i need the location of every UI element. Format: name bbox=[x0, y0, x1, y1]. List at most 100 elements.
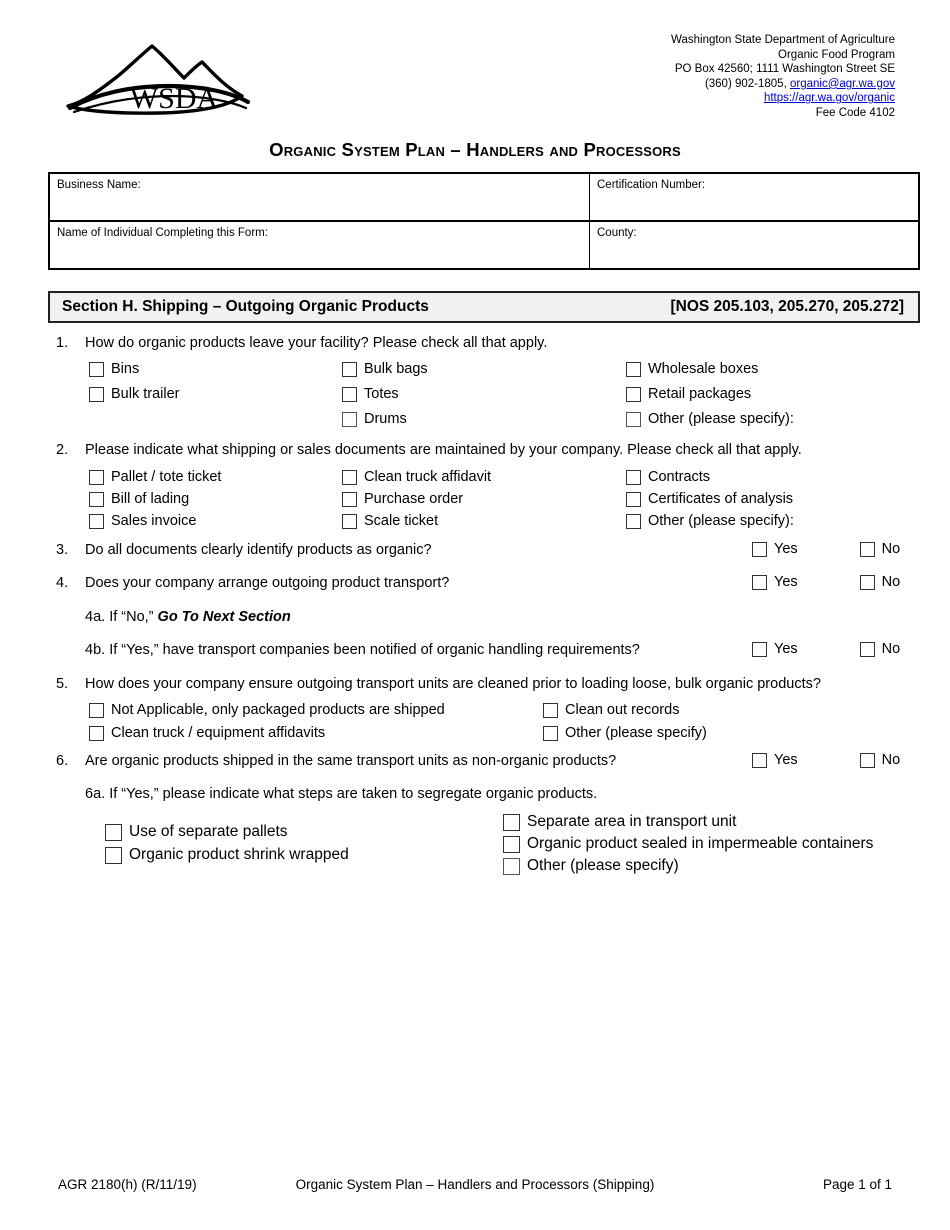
checkbox-option-scale-ticket[interactable]: Scale ticket bbox=[342, 513, 438, 530]
checkbox-icon[interactable] bbox=[342, 362, 357, 377]
business-name-field[interactable]: Business Name: bbox=[50, 174, 590, 220]
checkbox-option-clean-truck-equipment-affidavits[interactable]: Clean truck / equipment affidavits bbox=[89, 725, 325, 742]
agency-website-link[interactable]: https://agr.wa.gov/organic bbox=[764, 92, 895, 104]
checkbox-option-totes[interactable]: Totes bbox=[342, 386, 399, 403]
checkbox-icon[interactable] bbox=[342, 470, 357, 485]
checkbox-option-clean-out-records[interactable]: Clean out records bbox=[543, 702, 679, 719]
question-4b-text: If “Yes,” have transport companies been … bbox=[109, 642, 640, 658]
option-label: Bulk trailer bbox=[111, 386, 180, 402]
checkbox-icon-no[interactable] bbox=[859, 541, 875, 557]
checkbox-icon[interactable] bbox=[503, 835, 520, 853]
checkbox-icon[interactable] bbox=[626, 362, 641, 377]
checkbox-option-separate-area-in-transport-unit[interactable]: Separate area in transport unit bbox=[503, 813, 736, 831]
checkbox-option-organic-product-sealed[interactable]: Organic product sealed in impermeable co… bbox=[503, 835, 873, 853]
yes-label: Yes bbox=[774, 641, 798, 657]
individual-name-field[interactable]: Name of Individual Completing this Form: bbox=[50, 222, 590, 268]
checkbox-icon[interactable] bbox=[626, 412, 641, 427]
checkbox-option-other-q5[interactable]: Other (please specify) bbox=[543, 725, 707, 742]
page-header: WSDA Washington State Department of Agri… bbox=[0, 0, 950, 128]
checkbox-option-sales-invoice[interactable]: Sales invoice bbox=[89, 513, 196, 530]
checkbox-option-bulk-bags[interactable]: Bulk bags bbox=[342, 361, 428, 378]
question-3-yes-no[interactable]: Yes No bbox=[752, 541, 900, 557]
checkbox-option-bulk-trailer[interactable]: Bulk trailer bbox=[89, 386, 180, 403]
certification-number-field[interactable]: Certification Number: bbox=[590, 174, 918, 220]
business-name-label: Business Name: bbox=[57, 179, 141, 191]
table-row: Name of Individual Completing this Form:… bbox=[50, 222, 918, 268]
footer-title: Organic System Plan – Handlers and Proce… bbox=[295, 1177, 655, 1192]
checkbox-icon-yes[interactable] bbox=[752, 752, 767, 768]
checkbox-icon[interactable] bbox=[105, 846, 122, 864]
checkbox-option-other-q2[interactable]: Other (please specify): bbox=[626, 513, 794, 530]
option-label: Totes bbox=[364, 386, 399, 402]
checkbox-icon-no[interactable] bbox=[859, 641, 875, 657]
checkbox-icon-yes[interactable] bbox=[752, 641, 767, 657]
checkbox-icon-no[interactable] bbox=[859, 752, 875, 768]
checkbox-icon[interactable] bbox=[342, 514, 357, 529]
checkbox-icon[interactable] bbox=[503, 813, 520, 831]
agency-line-2: Organic Food Program bbox=[778, 48, 895, 61]
county-field[interactable]: County: bbox=[590, 222, 918, 268]
question-1-number: 1. bbox=[56, 335, 69, 351]
checkbox-option-not-applicable[interactable]: Not Applicable, only packaged products a… bbox=[89, 702, 445, 719]
checkbox-option-other-q6a[interactable]: Other (please specify) bbox=[503, 857, 679, 875]
checkbox-icon[interactable] bbox=[626, 387, 641, 402]
checkbox-icon[interactable] bbox=[342, 412, 357, 427]
question-4b-yes-no[interactable]: Yes No bbox=[752, 641, 900, 657]
checkbox-option-bins[interactable]: Bins bbox=[89, 361, 139, 378]
checkbox-option-certificates-of-analysis[interactable]: Certificates of analysis bbox=[626, 491, 793, 508]
checkbox-icon[interactable] bbox=[543, 726, 558, 741]
checkbox-icon[interactable] bbox=[89, 726, 104, 741]
county-label: County: bbox=[597, 227, 637, 239]
question-4a-emphasis: Go To Next Section bbox=[157, 609, 291, 625]
checkbox-icon[interactable] bbox=[105, 823, 122, 841]
checkbox-option-bill-of-lading[interactable]: Bill of lading bbox=[89, 491, 189, 508]
question-4b: 4b. If “Yes,” have transport companies b… bbox=[85, 641, 640, 660]
question-3-number: 3. bbox=[56, 542, 69, 558]
option-label: Bulk bags bbox=[364, 361, 428, 377]
business-info-table: Business Name: Certification Number: Nam… bbox=[48, 172, 920, 270]
checkbox-option-pallet-tote-ticket[interactable]: Pallet / tote ticket bbox=[89, 469, 221, 486]
checkbox-option-retail-packages[interactable]: Retail packages bbox=[626, 386, 751, 403]
checkbox-icon[interactable] bbox=[89, 387, 104, 402]
checkbox-icon[interactable] bbox=[89, 470, 104, 485]
checkbox-option-other-q1[interactable]: Other (please specify): bbox=[626, 411, 794, 428]
option-label: Not Applicable, only packaged products a… bbox=[111, 702, 445, 718]
checkbox-icon[interactable] bbox=[89, 703, 104, 718]
checkbox-icon-yes[interactable] bbox=[752, 574, 767, 590]
checkbox-icon[interactable] bbox=[342, 387, 357, 402]
agency-email-link[interactable]: organic@agr.wa.gov bbox=[790, 78, 895, 90]
checkbox-option-use-of-separate-pallets[interactable]: Use of separate pallets bbox=[105, 823, 288, 841]
checkbox-option-contracts[interactable]: Contracts bbox=[626, 469, 710, 486]
checkbox-option-purchase-order[interactable]: Purchase order bbox=[342, 491, 463, 508]
checkbox-option-drums[interactable]: Drums bbox=[342, 411, 407, 428]
question-4-yes-no[interactable]: Yes No bbox=[752, 574, 900, 590]
checkbox-option-organic-product-shrink-wrapped[interactable]: Organic product shrink wrapped bbox=[105, 846, 349, 864]
checkbox-icon[interactable] bbox=[626, 514, 641, 529]
agency-phone-line: (360) 902-1805, organic@agr.wa.gov bbox=[671, 77, 895, 92]
checkbox-icon[interactable] bbox=[626, 470, 641, 485]
question-4-number: 4. bbox=[56, 575, 69, 591]
yes-label: Yes bbox=[774, 752, 798, 768]
agency-contact-block: Washington State Department of Agricultu… bbox=[671, 33, 895, 121]
question-6a-text: If “Yes,” please indicate what steps are… bbox=[109, 786, 598, 802]
individual-name-label: Name of Individual Completing this Form: bbox=[57, 227, 268, 239]
checkbox-icon[interactable] bbox=[626, 492, 641, 507]
checkbox-option-clean-truck-affidavit[interactable]: Clean truck affidavit bbox=[342, 469, 491, 486]
question-6-yes-no[interactable]: Yes No bbox=[752, 752, 900, 768]
no-label: No bbox=[881, 574, 901, 590]
checkbox-icon-no[interactable] bbox=[859, 574, 875, 590]
checkbox-option-wholesale-boxes[interactable]: Wholesale boxes bbox=[626, 361, 758, 378]
option-label: Drums bbox=[364, 411, 407, 427]
no-label: No bbox=[881, 541, 901, 557]
checkbox-icon[interactable] bbox=[543, 703, 558, 718]
checkbox-icon[interactable] bbox=[89, 514, 104, 529]
question-6a: 6a. If “Yes,” please indicate what steps… bbox=[85, 785, 597, 804]
checkbox-icon[interactable] bbox=[89, 362, 104, 377]
question-4a: 4a. If “No,” Go To Next Section bbox=[85, 608, 291, 627]
option-label: Wholesale boxes bbox=[648, 361, 759, 377]
checkbox-icon[interactable] bbox=[503, 857, 520, 875]
section-reference: [NOS 205.103, 205.270, 205.272] bbox=[670, 298, 904, 315]
checkbox-icon[interactable] bbox=[89, 492, 104, 507]
checkbox-icon[interactable] bbox=[342, 492, 357, 507]
checkbox-icon-yes[interactable] bbox=[752, 541, 767, 557]
